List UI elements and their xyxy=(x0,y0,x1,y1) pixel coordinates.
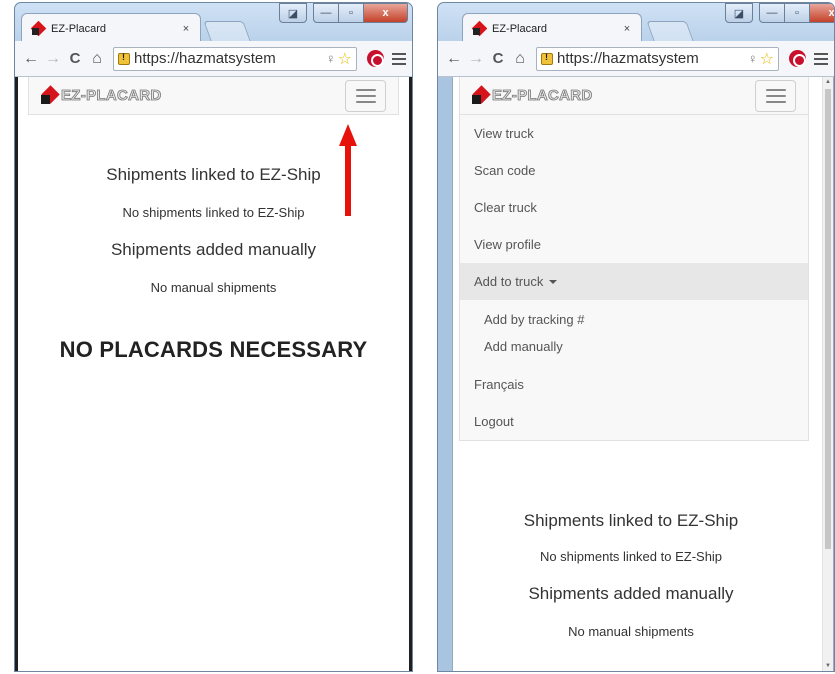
tab-close-icon[interactable]: × xyxy=(621,23,633,35)
minimize-button[interactable]: — xyxy=(313,3,339,23)
manual-heading-text: Shipments added manually xyxy=(110,240,317,259)
favicon-icon xyxy=(473,22,486,35)
url-text[interactable]: https://hazmatsystem xyxy=(134,50,324,67)
menu-item-clear-truck[interactable]: Clear truck xyxy=(460,189,808,226)
minimize-button[interactable]: — xyxy=(759,3,785,23)
close-window-button[interactable]: x xyxy=(364,3,408,23)
window-controls: ◪ — ▫ x xyxy=(279,3,408,23)
hamburger-menu-button[interactable] xyxy=(755,79,796,112)
app-navbar: EZ-PLACARD xyxy=(459,77,809,115)
reload-icon[interactable]: C xyxy=(488,50,508,67)
new-tab-button[interactable] xyxy=(203,21,251,41)
ezship-heading: Shipments linked to EZ-Ship xyxy=(453,511,809,531)
annotation-arrow-icon xyxy=(339,124,357,216)
back-arrow-icon[interactable]: ← xyxy=(21,50,41,68)
brand-text: EZ-PLACARD xyxy=(492,87,593,105)
brand-logo[interactable]: EZ-PLACARD xyxy=(41,87,162,105)
bookmark-star-icon[interactable]: ☆ xyxy=(760,49,774,69)
browser-menu-icon[interactable] xyxy=(392,52,406,65)
ezship-heading-text: Shipments linked to EZ-Ship xyxy=(523,511,739,530)
browser-window-collapsed: ◪ — ▫ x EZ-Placard × ← → C ⌂ https://haz… xyxy=(14,2,413,672)
browser-window-expanded: ◪ — ▫ x EZ-Placard × ← → C ⌂ https://haz… xyxy=(437,2,835,672)
menu-item-scan-code[interactable]: Scan code xyxy=(460,152,808,189)
caret-down-icon xyxy=(549,279,558,284)
home-icon[interactable]: ⌂ xyxy=(510,50,530,68)
address-bar[interactable]: https://hazmatsystem ♀ ☆ xyxy=(536,46,779,71)
vertical-scrollbar[interactable]: ▲ ▼ xyxy=(822,77,833,671)
home-icon[interactable]: ⌂ xyxy=(87,50,107,68)
security-warning-icon[interactable] xyxy=(118,52,130,65)
browser-menu-icon[interactable] xyxy=(814,52,828,65)
placard-status: NO PLACARDS NECESSARY xyxy=(16,337,411,363)
window-controls: ◪ — ▫ x xyxy=(725,3,834,23)
forward-arrow-icon[interactable]: → xyxy=(43,50,63,68)
add-to-truck-dropdown: Add by tracking # Add manually xyxy=(460,300,808,366)
ezship-empty: No shipments linked to EZ-Ship xyxy=(453,549,809,564)
maximize-button[interactable]: ▫ xyxy=(785,3,810,23)
tab-title: EZ-Placard xyxy=(492,22,548,35)
maximize-button[interactable]: ▫ xyxy=(339,3,364,23)
placard-logo-icon xyxy=(472,87,490,105)
browser-tab[interactable]: EZ-Placard × xyxy=(21,13,201,43)
placard-logo-icon xyxy=(41,87,59,105)
menu-item-add-to-truck[interactable]: Add to truck xyxy=(460,263,808,300)
key-icon[interactable]: ♀ xyxy=(326,51,336,66)
app-navbar: EZ-PLACARD xyxy=(28,77,399,115)
manual-heading-text: Shipments added manually xyxy=(528,584,734,603)
url-text[interactable]: https://hazmatsystem xyxy=(557,50,746,67)
profile-window-icon[interactable]: ◪ xyxy=(725,3,753,23)
menu-item-language[interactable]: Français xyxy=(460,366,808,403)
favicon-icon xyxy=(32,22,45,35)
manual-empty: No manual shipments xyxy=(16,280,411,295)
screenshot-stage: ◪ — ▫ x EZ-Placard × ← → C ⌂ https://haz… xyxy=(0,0,835,674)
placard-status-text: NO PLACARDS NECESSARY xyxy=(59,337,368,362)
address-bar[interactable]: https://hazmatsystem ♀ ☆ xyxy=(113,46,357,71)
extension-icon[interactable] xyxy=(789,50,806,67)
hamburger-menu-button[interactable] xyxy=(345,79,386,112)
brand-text: EZ-PLACARD xyxy=(61,87,162,105)
menu-item-view-profile[interactable]: View profile xyxy=(460,226,808,263)
security-warning-icon[interactable] xyxy=(541,52,553,65)
manual-heading: Shipments added manually xyxy=(453,584,809,604)
new-tab-button[interactable] xyxy=(646,21,694,41)
manual-empty-text: No manual shipments xyxy=(568,624,694,639)
profile-window-icon[interactable]: ◪ xyxy=(279,3,307,23)
browser-toolbar: ← → C ⌂ https://hazmatsystem ♀ ☆ xyxy=(438,41,834,77)
tab-close-icon[interactable]: × xyxy=(180,23,192,35)
manual-empty-text: No manual shipments xyxy=(150,280,277,295)
manual-heading: Shipments added manually xyxy=(16,240,411,260)
browser-toolbar: ← → C ⌂ https://hazmatsystem ♀ ☆ xyxy=(15,41,412,77)
extension-icon[interactable] xyxy=(367,50,384,67)
back-arrow-icon[interactable]: ← xyxy=(444,50,464,68)
tab-title: EZ-Placard xyxy=(51,22,107,35)
reload-icon[interactable]: C xyxy=(65,50,85,67)
brand-logo[interactable]: EZ-PLACARD xyxy=(472,87,593,105)
page-viewport: EZ-PLACARD View truck Scan code Clear tr… xyxy=(452,77,834,671)
menu-item-add-by-tracking[interactable]: Add by tracking # xyxy=(460,306,808,333)
browser-tab[interactable]: EZ-Placard × xyxy=(462,13,642,43)
collapsed-nav-menu: View truck Scan code Clear truck View pr… xyxy=(459,115,809,441)
scroll-up-icon[interactable]: ▲ xyxy=(823,77,833,87)
bookmark-star-icon[interactable]: ☆ xyxy=(338,49,352,69)
ezship-empty-text: No shipments linked to EZ-Ship xyxy=(539,549,723,564)
close-window-button[interactable]: x xyxy=(810,3,834,23)
menu-item-add-manually[interactable]: Add manually xyxy=(460,333,808,360)
scroll-down-icon[interactable]: ▼ xyxy=(823,661,833,671)
key-icon[interactable]: ♀ xyxy=(748,51,758,66)
manual-empty: No manual shipments xyxy=(453,624,809,639)
menu-item-view-truck[interactable]: View truck xyxy=(460,115,808,152)
scroll-thumb[interactable] xyxy=(825,89,831,549)
menu-item-logout[interactable]: Logout xyxy=(460,403,808,440)
add-to-truck-label: Add to truck xyxy=(474,274,544,289)
forward-arrow-icon[interactable]: → xyxy=(466,50,486,68)
